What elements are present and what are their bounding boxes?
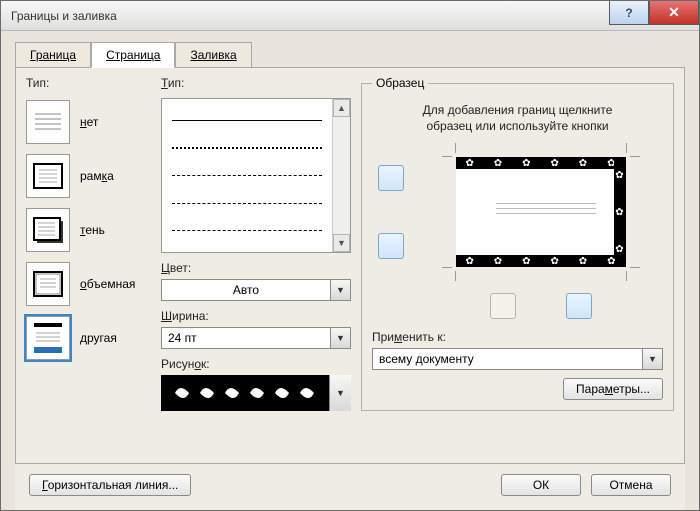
scroll-up-icon[interactable]: ▲ [333, 99, 350, 117]
borders-shading-dialog: Границы и заливка ? ✕ Граница Страница З… [0, 0, 700, 511]
linestyle-dashdot[interactable] [172, 230, 322, 231]
linestyle-items [162, 99, 332, 252]
color-combo[interactable]: Авто ▼ [161, 279, 351, 301]
preview-column: Образец Для добавления границ щелкните о… [361, 76, 674, 453]
dialog-footer: Горизонтальная линия... ОК Отмена [15, 464, 685, 510]
tick [630, 156, 640, 157]
setting-column: Тип: нет рамка [26, 76, 151, 453]
setting-custom-icon [26, 316, 70, 360]
setting-3d[interactable]: объемная [26, 262, 151, 306]
linestyle-list[interactable]: ▲ ▼ [161, 98, 351, 253]
preview-border-right: ✿✿✿ [614, 157, 626, 267]
setting-box[interactable]: рамка [26, 154, 151, 198]
preview-border-bottom: ✿✿✿✿✿✿ [456, 255, 626, 267]
width-label: Ширина: [161, 309, 351, 323]
style-column: Тип: ▲ ▼ Цвет: [161, 76, 351, 453]
params-row: Параметры... [372, 378, 663, 400]
tick [442, 267, 452, 268]
setting-shadow-label: тень [80, 223, 105, 237]
preview-hint: Для добавления границ щелкните образец и… [372, 102, 663, 134]
preview-border-top: ✿✿✿✿✿✿ [456, 157, 626, 169]
tick [630, 267, 640, 268]
close-button[interactable]: ✕ [649, 1, 699, 25]
dialog-body: Граница Страница Заливка Тип: нет [1, 31, 699, 510]
color-value: Авто [162, 280, 330, 300]
chevron-down-icon[interactable]: ▼ [329, 375, 351, 411]
tab-page[interactable]: Страница [91, 42, 175, 68]
vertical-edge-buttons [372, 144, 410, 280]
linestyle-solid[interactable] [172, 120, 322, 121]
linestyle-label: Тип: [161, 76, 351, 90]
window-title: Границы и заливка [1, 9, 117, 23]
setting-shadow[interactable]: тень [26, 208, 151, 252]
width-row: Ширина: 24 пт ▼ [161, 309, 351, 349]
linestyle-dash-long[interactable] [172, 203, 322, 204]
color-label: Цвет: [161, 261, 351, 275]
tick [455, 143, 456, 153]
tick [455, 271, 456, 281]
apply-to-row: Применить к: всему документу ▼ [372, 330, 663, 370]
setting-label: Тип: [26, 76, 151, 90]
art-combo[interactable]: ▼ [161, 375, 351, 411]
titlebar-buttons: ? ✕ [609, 1, 699, 25]
toggle-top-border[interactable] [378, 165, 404, 191]
options-button[interactable]: Параметры... [563, 378, 663, 400]
linestyle-dotted[interactable] [172, 147, 322, 149]
page-preview[interactable]: ✿✿✿✿✿✿ ✿✿✿ ✿✿✿✿✿✿ [418, 144, 663, 280]
setting-custom-label: другая [80, 331, 117, 345]
tab-strip: Граница Страница Заливка [15, 41, 685, 67]
setting-none-label: нет [80, 115, 98, 129]
preview-fieldset: Образец Для добавления границ щелкните о… [361, 76, 674, 411]
cancel-button[interactable]: Отмена [591, 474, 671, 496]
color-row: Цвет: Авто ▼ [161, 261, 351, 301]
apply-to-combo[interactable]: всему документу ▼ [372, 348, 663, 370]
setting-none-icon [26, 100, 70, 144]
width-value: 24 пт [162, 328, 330, 348]
setting-3d-icon [26, 262, 70, 306]
titlebar: Границы и заливка ? ✕ [1, 1, 699, 31]
toggle-bottom-border[interactable] [378, 233, 404, 259]
chevron-down-icon[interactable]: ▼ [330, 328, 350, 348]
width-combo[interactable]: 24 пт ▼ [161, 327, 351, 349]
setting-none[interactable]: нет [26, 100, 151, 144]
toggle-right-border[interactable] [566, 293, 592, 319]
tab-fill[interactable]: Заливка [175, 42, 251, 68]
setting-box-icon [26, 154, 70, 198]
art-row: Рисунок: ▼ [161, 357, 351, 411]
tick [626, 271, 627, 281]
preview-page: ✿✿✿✿✿✿ ✿✿✿ ✿✿✿✿✿✿ [456, 157, 626, 267]
preview-legend: Образец [372, 76, 428, 90]
horizontal-line-button[interactable]: Горизонтальная линия... [29, 474, 191, 496]
tab-panel-page: Тип: нет рамка [15, 67, 685, 464]
chevron-down-icon[interactable]: ▼ [642, 349, 662, 369]
preview-page-lines [496, 203, 596, 218]
art-label: Рисунок: [161, 357, 351, 371]
tab-border[interactable]: Граница [15, 42, 91, 68]
horizontal-edge-buttons [418, 288, 663, 324]
setting-3d-label: объемная [80, 277, 135, 291]
setting-box-label: рамка [80, 169, 114, 183]
tick [442, 156, 452, 157]
apply-to-value: всему документу [373, 349, 642, 369]
preview-grid: ✿✿✿✿✿✿ ✿✿✿ ✿✿✿✿✿✿ [372, 144, 663, 324]
setting-shadow-icon [26, 208, 70, 252]
setting-list: нет рамка тень [26, 100, 151, 360]
art-pattern-preview [161, 375, 329, 411]
help-button[interactable]: ? [609, 1, 649, 25]
apply-to-label: Применить к: [372, 330, 663, 344]
setting-custom[interactable]: другая [26, 316, 151, 360]
scroll-track[interactable] [333, 117, 350, 234]
linestyle-dash-short[interactable] [172, 175, 322, 176]
linestyle-scrollbar[interactable]: ▲ ▼ [332, 99, 350, 252]
tick [626, 143, 627, 153]
chevron-down-icon[interactable]: ▼ [330, 280, 350, 300]
toggle-left-border[interactable] [490, 293, 516, 319]
scroll-down-icon[interactable]: ▼ [333, 234, 350, 252]
ok-button[interactable]: ОК [501, 474, 581, 496]
